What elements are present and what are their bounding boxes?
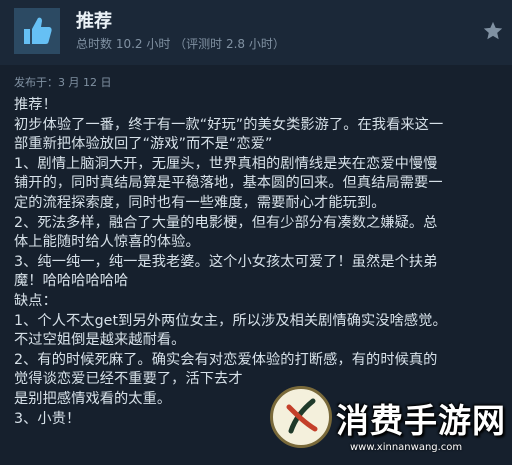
review-line: 1、个人不太get到另外两位女主，所以涉及相关剧情确实没啥感觉。 [14, 312, 447, 329]
playtime-hours: 总时数 10.2 小时 （评测时 2.8 小时） [76, 37, 285, 51]
review-line: 定的流程探索度，同时也有一些难度，需要耐心才能玩到。 [14, 194, 386, 211]
review-line: 初步体验了一番，终于有一款“好玩”的美女类影游了。在我看来这一 [14, 116, 444, 133]
thumbs-up-icon [14, 8, 60, 54]
review-line: 魔！哈哈哈哈哈哈 [14, 273, 129, 290]
review-body: 推荐！ 初步体验了一番，终于有一款“好玩”的美女类影游了。在我看来这一 部重新把… [14, 96, 502, 429]
review-line: 推荐！ [14, 97, 57, 113]
site-logo-icon [270, 386, 332, 448]
site-watermark: 消费手游网 www.xinnanwang.com [270, 384, 512, 465]
review-line: 铺开的，同时真结局算是平稳落地，基本圆的回来。但真结局需要一 [14, 175, 443, 192]
review-line: 2、有的时候死麻了。确实会有对恋爱体验的打断感，有的时候真的 [14, 351, 438, 368]
watermark-title: 消费手游网 [336, 401, 506, 440]
review-line: 部重新把体验放回了“游戏”而不是“恋爱” [14, 136, 273, 153]
review-line: 缺点： [14, 292, 57, 309]
review-verdict: 推荐 [76, 11, 112, 32]
review-line: 2、死法多样，融合了大量的电影梗，但有少部分有凑数之嫌疑。总 [14, 214, 438, 231]
review-line: 3、纯一纯一，纯一是我老婆。这个小女孩太可爱了！虽然是个扶弟 [14, 253, 438, 270]
posted-date: 发布于：3 月 12 日 [14, 76, 112, 89]
review-line: 不过空姐倒是越来越耐看。 [14, 332, 186, 349]
review-header: 推荐 总时数 10.2 小时 （评测时 2.8 小时） [0, 0, 512, 65]
watermark-url: www.xinnanwang.com [350, 442, 463, 453]
review-line: 体上能随时给人惊喜的体验。 [14, 234, 200, 251]
star-award-icon[interactable] [482, 20, 504, 42]
review-line: 1、剧情上脑洞大开，无厘头，世界真相的剧情线是夹在恋爱中慢慢 [14, 155, 438, 172]
